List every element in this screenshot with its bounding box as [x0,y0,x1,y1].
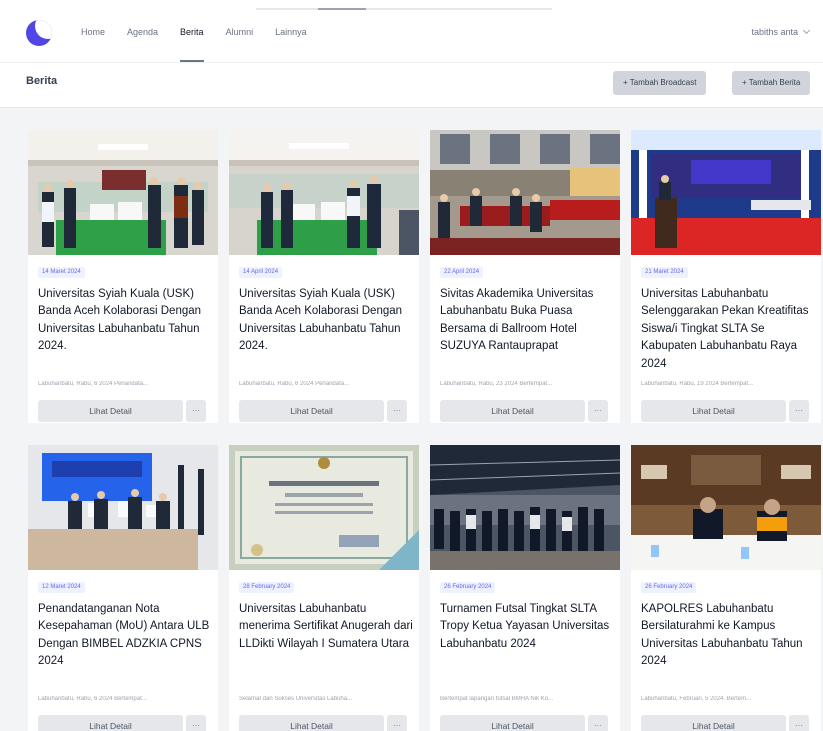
date-badge: 14 Maret 2024 [38,267,85,278]
news-card[interactable]: 12 Maret 2024 Penandatanganan Nota Kesep… [28,445,218,731]
top-progress-line [256,8,552,10]
add-broadcast-button[interactable]: + Tambah Broadcast [613,71,707,95]
view-detail-button[interactable]: Lihat Detail [38,400,183,422]
news-card[interactable]: 28 February 2024 Universitas Labuhanbatu… [229,445,419,731]
news-image [229,445,419,570]
date-badge: 12 Maret 2024 [38,582,85,593]
nav-item-alumni[interactable]: Alumni [215,22,265,42]
date-badge: 14 April 2024 [239,267,283,278]
more-options-icon[interactable]: ··· [186,715,206,731]
nav-item-berita[interactable]: Berita [169,22,215,62]
top-navbar: Home Agenda Berita Alumni Lainnya tabith… [0,0,823,62]
view-detail-button[interactable]: Lihat Detail [440,715,585,731]
user-menu[interactable]: tabiths anta [751,22,811,42]
more-options-icon[interactable]: ··· [387,400,407,422]
date-badge: 21 Maret 2024 [641,267,688,278]
news-title[interactable]: Universitas Syiah Kuala (USK) Banda Aceh… [239,286,415,356]
user-name: tabiths anta [751,27,798,37]
nav-item-agenda[interactable]: Agenda [116,22,169,42]
view-detail-button[interactable]: Lihat Detail [641,400,786,422]
news-title[interactable]: Sivitas Akademika Universitas Labuhanbat… [440,286,616,356]
more-options-icon[interactable]: ··· [588,400,608,422]
nav-item-home[interactable]: Home [70,22,116,42]
news-image [430,130,620,255]
view-detail-button[interactable]: Lihat Detail [38,715,183,731]
news-card[interactable]: 14 April 2024 Universitas Syiah Kuala (U… [229,130,419,423]
news-title[interactable]: KAPOLRES Labuhanbatu Bersilaturahmi ke K… [641,601,817,671]
news-title[interactable]: Penandatanganan Nota Kesepahaman (MoU) A… [38,601,214,671]
news-image [631,130,821,255]
more-options-icon[interactable]: ··· [186,400,206,422]
news-title[interactable]: Universitas Syiah Kuala (USK) Banda Aceh… [38,286,214,356]
more-options-icon[interactable]: ··· [789,400,809,422]
news-image [631,445,821,570]
more-options-icon[interactable]: ··· [588,715,608,731]
news-card[interactable]: 21 Maret 2024 Universitas Labuhanbatu Se… [631,130,821,423]
logo-icon[interactable] [26,20,52,46]
news-excerpt: Labuhanbatu, Rabu, 19 2024 Bertempat... [641,381,754,387]
news-title[interactable]: Turnamen Futsal Tingkat SLTA Tropy Ketua… [440,601,616,653]
page-title: Berita [26,75,58,87]
more-options-icon[interactable]: ··· [789,715,809,731]
news-card[interactable]: 26 February 2024 KAPOLRES Labuhanbatu Be… [631,445,821,731]
view-detail-button[interactable]: Lihat Detail [440,400,585,422]
news-card[interactable]: 26 February 2024 Turnamen Futsal Tingkat… [430,445,620,731]
date-badge: 26 February 2024 [440,582,496,593]
chevron-down-icon [802,26,811,35]
news-excerpt: Labuhanbatu, Rabu, 6 2024 Penandata... [239,381,350,387]
news-card[interactable]: 14 Maret 2024 Universitas Syiah Kuala (U… [28,130,218,423]
news-title[interactable]: Universitas Labuhanbatu menerima Sertifi… [239,601,415,653]
date-badge: 26 February 2024 [641,582,697,593]
news-title[interactable]: Universitas Labuhanbatu Selenggarakan Pe… [641,286,817,373]
news-image [28,445,218,570]
page-header: Berita + Tambah Broadcast + Tambah Berit… [0,62,823,108]
news-excerpt: Bertempat lapangan futsal BMHA Nik Ko... [440,696,554,702]
main-nav: Home Agenda Berita Alumni Lainnya [70,22,318,62]
news-excerpt: Labuhanbatu, Februari, 5 2024. Bertem... [641,696,752,702]
news-excerpt: Selamat dan Sukses Universitas Labuha... [239,696,353,702]
view-detail-button[interactable]: Lihat Detail [239,715,384,731]
view-detail-button[interactable]: Lihat Detail [239,400,384,422]
nav-item-lainnya[interactable]: Lainnya [264,22,318,42]
date-badge: 22 April 2024 [440,267,484,278]
date-badge: 28 February 2024 [239,582,295,593]
news-excerpt: Labuhanbatu, Rabu, 6 2024 Penandata... [38,381,149,387]
view-detail-button[interactable]: Lihat Detail [641,715,786,731]
news-excerpt: Labuhanbatu, Rabu, 6 2024 Bertempat... [38,696,147,702]
news-image [430,445,620,570]
news-card[interactable]: 22 April 2024 Sivitas Akademika Universi… [430,130,620,423]
news-image [28,130,218,255]
add-news-button[interactable]: + Tambah Berita [732,71,811,95]
news-image [229,130,419,255]
more-options-icon[interactable]: ··· [387,715,407,731]
news-excerpt: Labuhanbatu, Rabu, 23 2024 Bertempat... [440,381,553,387]
